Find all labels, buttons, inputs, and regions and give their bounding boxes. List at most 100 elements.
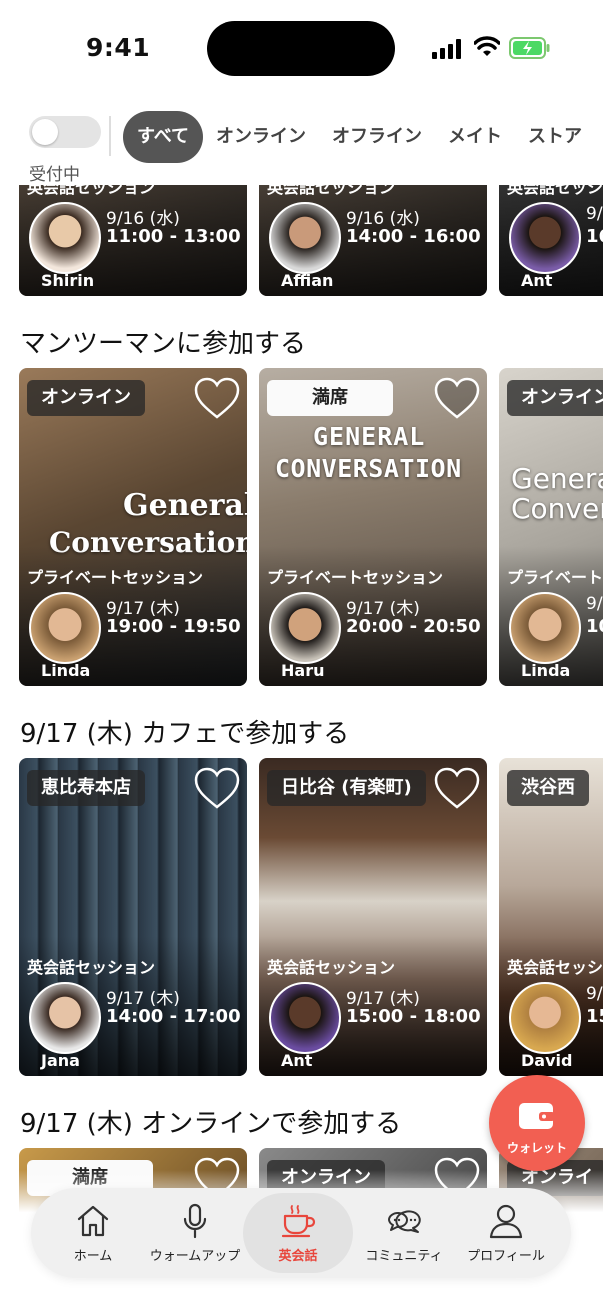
tab-mate[interactable]: メイト [435,111,515,163]
heart-icon[interactable] [433,766,481,810]
avatar [29,592,101,664]
banner-title: CONVERSATION [275,454,462,483]
nav-label: コミュニティ [365,1249,443,1264]
session-type: 英会話セッション [27,185,156,197]
host-name: Shirin [41,271,95,290]
session-card[interactable]: 日比谷 (有楽町) 英会話セッション 9/17 (木) 15:00 - 18:0… [259,758,487,1076]
card-badge: 満席 [267,380,393,416]
host-name: Linda [41,661,91,680]
session-date: 9/ [586,204,603,224]
avatar [29,202,101,274]
banner-title: Genera [511,462,603,495]
nav-home[interactable]: ホーム [41,1188,145,1278]
battery-charging-icon [509,37,550,59]
filter-divider [109,116,111,156]
wallet-button[interactable]: ウォレット [489,1075,585,1171]
host-name: Jana [41,1051,80,1070]
session-time: 16 [586,226,603,247]
heart-icon[interactable] [193,376,241,420]
session-type: 英会話セッシ [507,958,603,977]
session-time: 14:00 - 16:00 [346,226,481,247]
session-type: プライベート [507,568,603,587]
dynamic-island [207,21,395,76]
nav-label: 英会話 [278,1249,318,1264]
host-name: Affian [281,271,334,290]
session-card[interactable]: Genera Conver オンライン プライベート 9/ 10 Linda [499,368,603,686]
bottom-nav: ホーム ウォームアップ 英会話 コミュニティ プロフィール [31,1188,571,1278]
person-icon [489,1204,523,1239]
avatar [509,202,581,274]
status-bar: 9:41 [0,0,603,96]
section-title-online: 9/17 (木) オンラインで参加する [20,1109,402,1139]
avatar [509,982,581,1054]
tab-offline[interactable]: オフライン [319,111,435,163]
session-time: 11:00 - 13:00 [106,226,241,247]
microphone-icon [183,1203,207,1239]
session-type: 英会話セッション [267,958,396,977]
wallet-icon [519,1103,555,1129]
card-badge: 日比谷 (有楽町) [267,770,426,806]
host-name: Ant [521,271,553,290]
home-icon [77,1205,109,1237]
host-name: Linda [521,661,571,680]
session-time: 15 [586,1006,603,1027]
session-card[interactable]: 渋谷西 英会話セッシ 9/ 15 David [499,758,603,1076]
banner-title: GENERAL [313,422,426,451]
nav-label: ウォームアップ [149,1249,241,1264]
section-title-cafe: 9/17 (木) カフェで参加する [20,719,350,749]
session-date: 9/ [586,594,603,614]
session-type: 英会話セッション [267,185,396,197]
nav-warmup[interactable]: ウォームアップ [143,1188,247,1278]
session-time: 19:00 - 19:50 [106,616,241,637]
session-time: 15:00 - 18:00 [346,1006,481,1027]
toggle-knob [32,119,58,145]
host-name: Haru [281,661,325,680]
session-type: プライベートセッション [27,568,204,587]
card-badge: 渋谷西 [507,770,589,806]
session-time: 10 [586,616,603,637]
heart-icon[interactable] [433,376,481,420]
session-card[interactable]: 英会話セッション 9/16 (水) 11:00 - 13:00 Shirin [19,185,247,296]
coffee-cup-icon [281,1205,316,1238]
section-title-one-on-one: マンツーマンに参加する [20,329,307,359]
wifi-icon [474,36,500,56]
host-name: Ant [281,1051,313,1070]
nav-label: ホーム [73,1249,113,1264]
tab-online[interactable]: オンライン [203,111,319,163]
banner-title: General [123,488,247,523]
chat-bubbles-icon [388,1210,421,1233]
session-date: 9/ [586,984,603,1004]
nav-english-conversation[interactable]: 英会話 [243,1188,353,1278]
avatar [509,592,581,664]
session-card[interactable]: 英会話セッション 9/16 (水) 14:00 - 16:00 Affian [259,185,487,296]
session-type: プライベートセッション [267,568,444,587]
session-type: 英会話セッション [27,958,156,977]
card-badge: オンライン [27,380,145,416]
banner-title: Conver [511,492,603,525]
card-badge: 恵比寿本店 [27,770,145,806]
host-name: David [521,1051,573,1070]
nav-profile[interactable]: プロフィール [451,1188,561,1278]
card-badge: オンライン [507,380,603,416]
accepting-toggle[interactable] [29,116,101,148]
avatar [269,982,341,1054]
avatar [29,982,101,1054]
tab-store[interactable]: ストア [515,111,595,163]
session-card[interactable]: GENERAL CONVERSATION 満席 プライベートセッション 9/17… [259,368,487,686]
session-card[interactable]: General Conversation オンライン プライベートセッション 9… [19,368,247,686]
session-time: 20:00 - 20:50 [346,616,481,637]
session-type: 英会話セッション [507,185,603,197]
nav-community[interactable]: コミュニティ [349,1188,459,1278]
tab-all[interactable]: すべて [123,111,204,163]
nav-label: プロフィール [467,1249,545,1264]
session-time: 14:00 - 17:00 [106,1006,241,1027]
wallet-label: ウォレット [506,1141,567,1155]
session-card[interactable]: 恵比寿本店 英会話セッション 9/17 (木) 14:00 - 17:00 Ja… [19,758,247,1076]
status-time: 9:41 [86,33,151,62]
filter-tabs: すべて オンライン オフライン メイト ストア [123,111,595,163]
heart-icon[interactable] [193,766,241,810]
session-card[interactable]: 英会話セッション 9/ 16 Ant [499,185,603,296]
avatar [269,592,341,664]
cellular-signal-icon [432,39,461,59]
avatar [269,202,341,274]
